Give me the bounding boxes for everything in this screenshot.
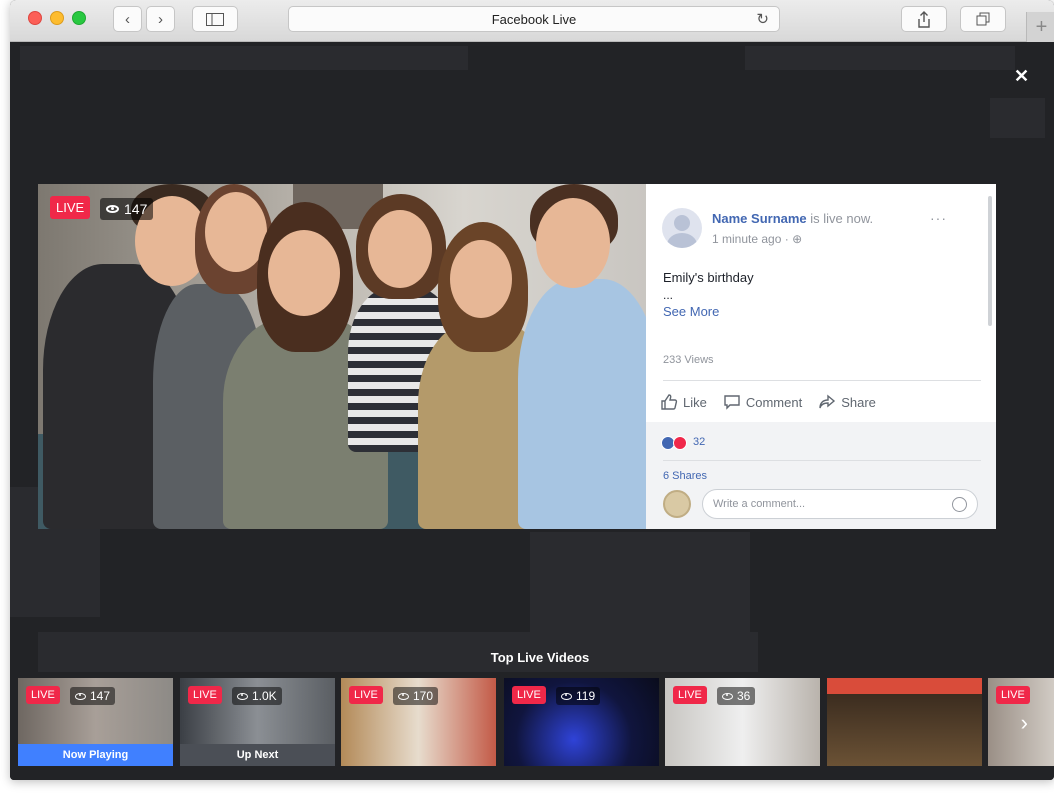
background-feed-block bbox=[38, 632, 758, 672]
timestamp[interactable]: 1 minute ago bbox=[712, 232, 781, 246]
tabs-overview-button[interactable] bbox=[960, 6, 1006, 32]
page-title: Facebook Live bbox=[491, 11, 577, 27]
sidebar-icon bbox=[206, 12, 224, 26]
viewer-count: 170 bbox=[393, 687, 439, 705]
post-header: Name Surname is live now. bbox=[712, 211, 873, 226]
viewer-count: 1.0K bbox=[232, 687, 282, 705]
reaction-count[interactable]: 32 bbox=[693, 436, 705, 448]
chevron-right-icon: › bbox=[158, 10, 163, 28]
background-search-bar bbox=[20, 46, 468, 70]
comment-icon bbox=[724, 395, 740, 410]
live-badge: LIVE bbox=[349, 686, 383, 704]
eye-icon bbox=[106, 205, 119, 213]
action-bar: Like Comment Share bbox=[660, 393, 876, 411]
carousel-item[interactable]: LIVE 147 Now Playing bbox=[18, 678, 173, 766]
viewer-count: 36 bbox=[717, 687, 756, 705]
smiley-icon[interactable] bbox=[952, 497, 967, 512]
address-bar[interactable]: Facebook Live ↻ bbox=[288, 6, 780, 32]
live-badge: LIVE bbox=[50, 196, 91, 219]
reload-icon[interactable]: ↻ bbox=[756, 10, 769, 28]
new-tab-button[interactable]: + bbox=[1026, 12, 1054, 42]
share-button[interactable] bbox=[901, 6, 947, 32]
divider bbox=[663, 460, 981, 461]
close-icon[interactable]: ✕ bbox=[1014, 66, 1029, 87]
browser-window: ‹ › Facebook Live ↻ + ✕ LIVE 147 Name Su… bbox=[10, 0, 1054, 780]
comment-input[interactable]: Write a comment... bbox=[702, 489, 978, 519]
carousel-item[interactable]: LIVE 119 bbox=[504, 678, 659, 766]
post-meta: 1 minute ago · ⊕ bbox=[712, 232, 802, 246]
see-more-link[interactable]: See More bbox=[663, 304, 719, 319]
like-button[interactable]: Like bbox=[660, 393, 707, 411]
eye-icon bbox=[561, 692, 572, 700]
author-link[interactable]: Name Surname bbox=[712, 211, 807, 226]
dot-separator: · bbox=[784, 232, 793, 246]
live-badge: LIVE bbox=[512, 686, 546, 704]
globe-icon: ⊕ bbox=[792, 232, 803, 246]
shares-count[interactable]: 6 Shares bbox=[663, 470, 707, 482]
viewer-count: 147 bbox=[100, 198, 154, 220]
commenter-avatar bbox=[663, 490, 691, 518]
viewer-count-value: 1.0K bbox=[252, 689, 277, 703]
viewer-count-value: 147 bbox=[90, 689, 111, 703]
post-caption: Emily's birthday bbox=[663, 270, 754, 285]
live-badge: LIVE bbox=[188, 686, 222, 704]
live-badge: LIVE bbox=[673, 686, 707, 704]
share-label: Share bbox=[841, 394, 876, 410]
title-bar: ‹ › Facebook Live ↻ + bbox=[10, 0, 1054, 42]
viewer-count-value: 36 bbox=[737, 689, 751, 703]
view-count: 233 Views bbox=[663, 354, 714, 366]
chevron-right-icon[interactable]: › bbox=[1021, 710, 1028, 736]
now-playing-label: Now Playing bbox=[18, 744, 173, 766]
carousel-item[interactable]: LIVE 170 bbox=[341, 678, 496, 766]
share-arrow-icon bbox=[819, 394, 836, 409]
eye-icon bbox=[237, 692, 248, 700]
thumbs-up-icon bbox=[661, 394, 678, 410]
carousel-item[interactable]: LIVE 1.0K Up Next bbox=[180, 678, 335, 766]
carousel-item[interactable]: LIVE 36 bbox=[665, 678, 820, 766]
carousel-item[interactable] bbox=[827, 678, 982, 766]
live-video-player[interactable]: LIVE 147 bbox=[38, 184, 646, 529]
chevron-left-icon: ‹ bbox=[125, 10, 130, 28]
comment-label: Comment bbox=[745, 394, 803, 410]
back-button[interactable]: ‹ bbox=[113, 6, 142, 32]
zoom-window-button[interactable] bbox=[72, 11, 86, 25]
plus-icon: + bbox=[1035, 15, 1048, 38]
divider bbox=[663, 380, 981, 381]
viewer-count-value: 170 bbox=[413, 689, 434, 703]
close-window-button[interactable] bbox=[28, 11, 42, 25]
live-badge: LIVE bbox=[996, 686, 1030, 704]
like-label: Like bbox=[683, 394, 707, 410]
background-block bbox=[990, 98, 1045, 138]
reactions-section: 32 6 Shares Write a comment... bbox=[646, 422, 996, 529]
viewer-count-value: 119 bbox=[576, 689, 596, 703]
eye-icon bbox=[75, 692, 86, 700]
live-badge: LIVE bbox=[26, 686, 60, 704]
forward-button[interactable]: › bbox=[146, 6, 175, 32]
carousel-title: Top Live Videos bbox=[490, 650, 590, 665]
eye-icon bbox=[398, 692, 409, 700]
share-post-button[interactable]: Share bbox=[818, 393, 876, 411]
background-nav bbox=[745, 46, 1015, 70]
status-text: is live now. bbox=[810, 211, 874, 226]
more-options-icon[interactable]: ··· bbox=[930, 210, 947, 226]
eye-icon bbox=[722, 692, 733, 700]
viewer-count-value: 147 bbox=[124, 201, 148, 217]
avatar[interactable] bbox=[662, 208, 702, 248]
tabs-icon bbox=[976, 12, 990, 26]
viewer-count: 147 bbox=[70, 687, 116, 705]
caption-ellipsis: ... bbox=[663, 288, 674, 302]
viewer-count: 119 bbox=[556, 687, 601, 705]
up-next-label: Up Next bbox=[180, 744, 335, 766]
post-panel: Name Surname is live now. 1 minute ago ·… bbox=[646, 184, 996, 529]
share-icon bbox=[918, 10, 930, 28]
minimize-window-button[interactable] bbox=[50, 11, 64, 25]
love-reaction-icon[interactable] bbox=[673, 436, 687, 450]
panel-scrollbar[interactable] bbox=[988, 196, 992, 326]
background-feed-block bbox=[530, 532, 750, 642]
comment-button[interactable]: Comment bbox=[723, 393, 802, 411]
carousel-item[interactable]: LIVE › bbox=[988, 678, 1054, 766]
sidebar-toggle-button[interactable] bbox=[192, 6, 238, 32]
